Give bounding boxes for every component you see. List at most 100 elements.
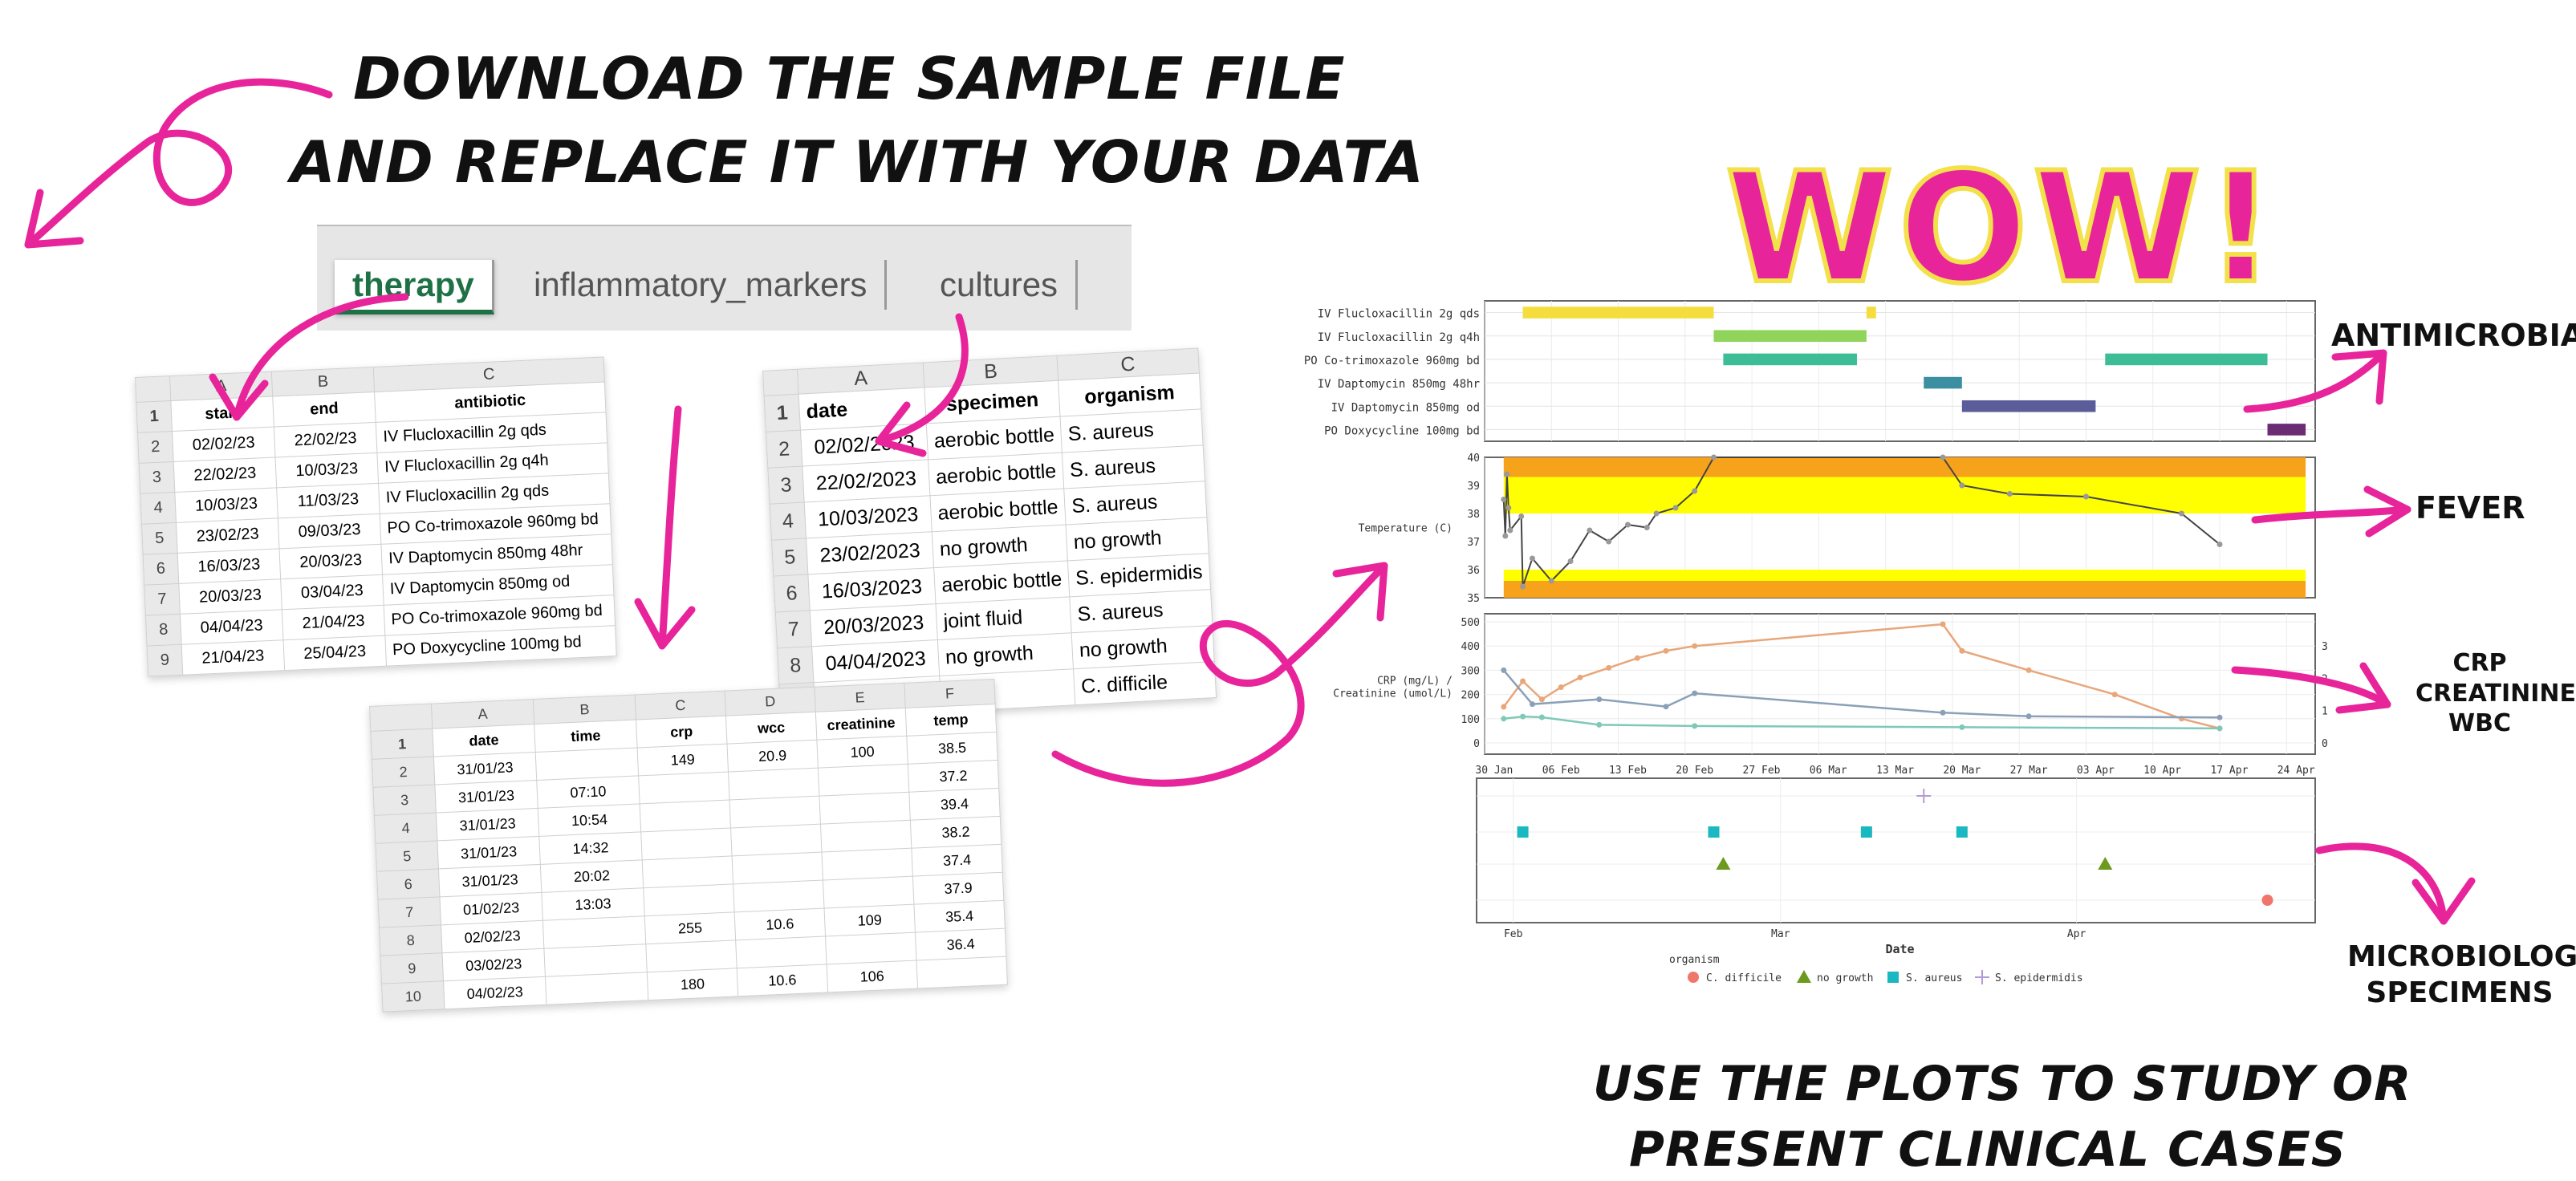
cell[interactable]: 10:54 — [538, 803, 641, 837]
cell[interactable] — [733, 880, 825, 912]
row-header[interactable]: 5 — [771, 538, 808, 577]
cell[interactable]: 20/03/23 — [278, 544, 383, 579]
corner-cell[interactable] — [369, 704, 433, 732]
cell[interactable] — [645, 940, 737, 972]
cell[interactable]: 37.9 — [912, 872, 1004, 905]
row-header[interactable]: 5 — [141, 522, 178, 555]
cell[interactable]: 31/01/23 — [433, 752, 537, 785]
cell[interactable]: 38.5 — [906, 732, 998, 765]
cell[interactable] — [640, 827, 733, 860]
cell[interactable]: C. difficile — [1073, 661, 1217, 705]
row-header[interactable]: 4 — [770, 501, 807, 541]
row-header[interactable]: 9 — [147, 644, 183, 677]
cell[interactable]: 22/02/23 — [274, 422, 377, 457]
cell[interactable] — [729, 796, 821, 828]
row-header[interactable]: 4 — [140, 492, 177, 525]
cell[interactable]: 02/02/23 — [441, 920, 544, 953]
cell[interactable] — [823, 876, 914, 909]
cell[interactable] — [825, 932, 916, 964]
cell[interactable]: 03/02/23 — [442, 948, 546, 981]
cell[interactable]: temp — [905, 704, 997, 737]
cell[interactable] — [730, 824, 822, 856]
corner-cell[interactable] — [135, 375, 171, 403]
row-header[interactable]: 3 — [767, 466, 805, 505]
cell[interactable] — [819, 792, 911, 825]
cell[interactable]: 180 — [647, 968, 738, 1000]
col-header[interactable]: E — [814, 683, 906, 712]
cell[interactable]: 03/04/23 — [280, 574, 384, 610]
cell[interactable]: 31/01/23 — [438, 864, 542, 897]
cell[interactable]: 04/02/23 — [443, 976, 546, 1009]
corner-cell[interactable] — [762, 369, 799, 396]
cell[interactable]: time — [534, 720, 638, 753]
cell[interactable]: 106 — [827, 960, 918, 992]
row-header[interactable]: 9 — [380, 952, 444, 984]
cell[interactable]: 10/03/23 — [174, 487, 278, 523]
cell[interactable]: 25/04/23 — [282, 635, 387, 671]
cell[interactable] — [543, 944, 648, 977]
cell[interactable]: end — [272, 392, 376, 427]
cell[interactable]: 36.4 — [915, 928, 1006, 961]
row-header[interactable]: 8 — [379, 924, 443, 956]
cell[interactable]: 31/01/23 — [434, 780, 538, 813]
tab-cultures[interactable]: cultures — [922, 260, 1079, 310]
cell[interactable] — [640, 800, 731, 832]
cell[interactable] — [728, 768, 819, 801]
row-header[interactable]: 1 — [764, 394, 801, 432]
cell[interactable]: 21/04/23 — [181, 639, 285, 676]
cell[interactable]: 20.9 — [726, 740, 819, 773]
row-header[interactable]: 3 — [139, 461, 175, 494]
col-header[interactable]: D — [725, 687, 816, 716]
cell[interactable] — [638, 772, 730, 804]
cell[interactable]: 10/03/23 — [275, 453, 379, 488]
cell[interactable]: 37.4 — [911, 844, 1003, 877]
cell[interactable]: 07:10 — [536, 775, 640, 809]
row-header[interactable]: 6 — [376, 868, 440, 900]
cell[interactable]: 10.6 — [737, 964, 828, 996]
cell[interactable]: 21/04/23 — [282, 605, 385, 640]
col-header[interactable]: F — [904, 679, 996, 708]
cell[interactable]: 02/02/23 — [172, 426, 276, 462]
cell[interactable]: 109 — [824, 904, 916, 936]
cell[interactable] — [535, 747, 639, 781]
cell[interactable]: 35.4 — [913, 900, 1006, 933]
tab-therapy[interactable]: therapy — [335, 260, 494, 315]
row-header[interactable]: 2 — [372, 757, 435, 788]
row-header[interactable]: 10 — [381, 980, 445, 1013]
cell[interactable]: 31/01/23 — [436, 808, 539, 841]
cell[interactable]: 39.4 — [908, 788, 1001, 821]
cell[interactable]: 22/02/23 — [173, 457, 277, 493]
cell[interactable] — [735, 935, 827, 968]
cell[interactable]: date — [432, 724, 536, 757]
cell[interactable]: 10.6 — [734, 908, 826, 940]
cell[interactable] — [542, 915, 646, 949]
row-header[interactable]: 7 — [775, 610, 812, 648]
row-header[interactable]: 8 — [145, 614, 182, 647]
tab-inflammatory-markers[interactable]: inflammatory_markers — [516, 260, 888, 310]
cell[interactable]: 100 — [816, 736, 908, 769]
cell[interactable]: 31/01/23 — [437, 836, 541, 869]
row-header[interactable]: 2 — [137, 431, 174, 464]
row-header[interactable]: 8 — [777, 646, 814, 684]
cell[interactable]: 14:32 — [538, 831, 643, 865]
cell[interactable]: 255 — [644, 911, 736, 944]
row-header[interactable]: 6 — [143, 553, 179, 586]
cell[interactable]: 11/03/23 — [276, 483, 380, 518]
cell[interactable] — [643, 883, 735, 916]
row-header[interactable]: 3 — [372, 785, 437, 816]
row-header[interactable]: 2 — [766, 430, 802, 469]
row-header[interactable]: 5 — [375, 840, 439, 872]
cell[interactable]: 20/03/23 — [178, 578, 282, 615]
cell[interactable]: 23/02/23 — [176, 517, 279, 554]
row-header[interactable]: 7 — [144, 583, 181, 616]
cell[interactable]: 09/03/23 — [278, 513, 381, 549]
cell[interactable]: start — [170, 396, 274, 432]
cell[interactable] — [818, 764, 909, 797]
cell[interactable]: 37.2 — [908, 760, 999, 793]
cell[interactable]: 13:03 — [541, 887, 645, 921]
row-header[interactable]: 6 — [773, 574, 811, 613]
cell[interactable]: wcc — [725, 712, 817, 745]
cell[interactable]: 38.2 — [910, 816, 1002, 849]
cell[interactable]: 149 — [637, 744, 729, 776]
cell[interactable]: creatinine — [815, 708, 907, 741]
